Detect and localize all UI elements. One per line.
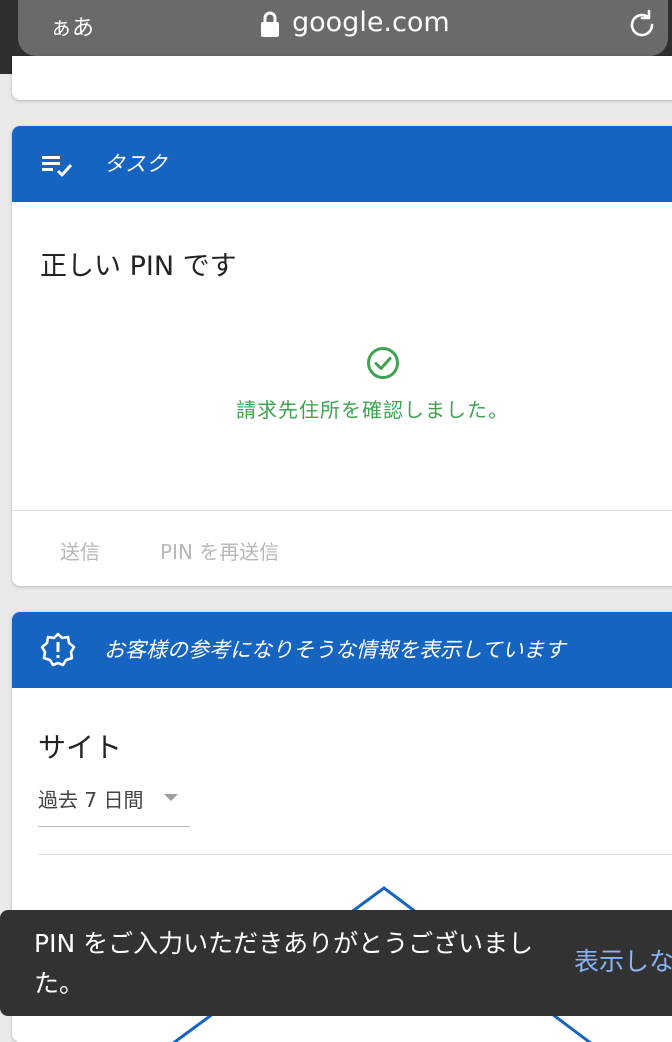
snackbar-message: PIN をご入力いただきありがとうございました。 <box>34 929 534 998</box>
divider <box>12 510 672 511</box>
alert-badge-icon <box>40 632 76 667</box>
info-card-heading: お客様の参考になりそうな情報を表示しています <box>104 638 566 662</box>
address-bar[interactable]: ぁあ google.com <box>18 0 668 56</box>
resend-pin-button[interactable]: PIN を再送信 <box>160 536 279 565</box>
task-list-icon <box>42 156 73 177</box>
text-size-button[interactable]: ぁあ <box>50 10 94 42</box>
caret-down-icon <box>164 794 178 801</box>
snackbar-action-button[interactable]: 表示しな <box>574 942 672 978</box>
task-card: タスク 正しい PIN です 請求先住所を確認しました。 送信 PIN を再送信 <box>12 126 672 586</box>
check-circle-icon <box>367 347 399 379</box>
snackbar: PIN をご入力いただきありがとうございました。 表示しな <box>0 910 672 1016</box>
reload-icon[interactable] <box>626 9 658 41</box>
info-card-header: お客様の参考になりそうな情報を表示しています <box>12 612 672 688</box>
task-card-heading: タスク <box>104 152 167 176</box>
send-button[interactable]: 送信 <box>60 536 100 565</box>
address-confirmed-message: 請求先住所を確認しました。 <box>236 398 509 422</box>
task-card-header: タスク <box>12 126 672 202</box>
date-range-dropdown[interactable]: 過去 7 日間 <box>38 780 190 827</box>
pin-result-title: 正しい PIN です <box>40 251 237 282</box>
divider <box>38 854 672 855</box>
site-section-title: サイト <box>38 731 123 764</box>
page-domain: google.com <box>292 7 450 38</box>
date-range-value: 過去 7 日間 <box>38 788 144 812</box>
lock-icon <box>261 11 279 37</box>
previous-card <box>12 56 672 100</box>
